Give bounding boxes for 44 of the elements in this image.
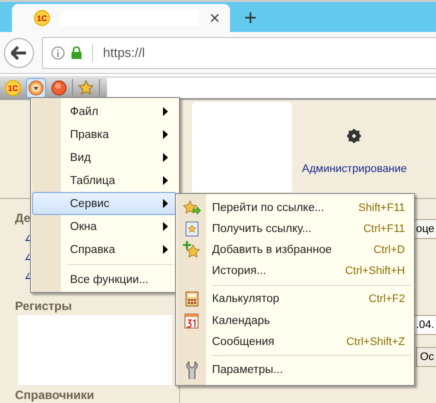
star-plus-icon <box>182 240 200 259</box>
logo-icon: 1С <box>5 80 21 96</box>
toolbar-field[interactable] <box>107 78 436 98</box>
menu-item[interactable]: Все функции... <box>32 268 177 291</box>
menu-item[interactable]: Справка <box>32 238 177 261</box>
logo-icon: 1С <box>34 10 50 26</box>
new-tab-button[interactable]: + <box>244 7 257 29</box>
close-button[interactable] <box>49 78 69 98</box>
menu-item[interactable]: Параметры... <box>177 359 414 380</box>
gear-icon <box>347 129 362 143</box>
star-page-icon <box>184 220 198 237</box>
menu-item[interactable]: Калькулятор Ctrl+F2 <box>177 288 414 310</box>
address-field[interactable]: https://l <box>42 36 436 68</box>
back-arrow-icon <box>11 46 27 60</box>
menu-item[interactable]: Правка <box>32 123 177 146</box>
menu-item[interactable]: Сервис <box>32 192 177 215</box>
menu-item[interactable]: Календарь <box>177 310 414 332</box>
main-menu-button[interactable] <box>26 78 46 98</box>
menu-item[interactable]: Добавить в избранное Ctrl+D <box>177 239 414 261</box>
menu-item[interactable]: Сообщения Ctrl+Shift+Z <box>177 331 414 352</box>
close-icon[interactable]: × <box>209 9 220 27</box>
favorites-button[interactable] <box>76 78 96 98</box>
calendar-icon <box>184 312 199 329</box>
browser-tab[interactable]: 1С × <box>12 4 230 32</box>
date-field[interactable]: .04. <box>413 315 436 335</box>
star-arrow-icon <box>182 200 200 216</box>
back-button[interactable] <box>4 38 34 68</box>
lock-icon <box>71 46 82 59</box>
menu-item[interactable]: Вид <box>32 146 177 169</box>
menu-item[interactable]: Окна <box>32 215 177 238</box>
action-button[interactable]: Ос <box>416 347 436 367</box>
wrench-icon <box>186 360 198 379</box>
menu-item[interactable]: Файл <box>32 100 177 123</box>
calculator-icon <box>184 291 198 308</box>
section-title: Регистры <box>15 299 72 313</box>
section-link[interactable]: Администрирование <box>302 163 407 175</box>
menu-item[interactable]: Получить ссылку... Ctrl+F11 <box>177 218 414 240</box>
section-title: Де <box>15 211 30 225</box>
menu-item[interactable]: Таблица <box>32 169 177 192</box>
section-title: Справочники <box>15 388 94 402</box>
menu-item[interactable]: История... Ctrl+Shift+H <box>177 260 414 282</box>
info-icon <box>51 46 65 60</box>
url-text: https://l <box>103 45 145 60</box>
menu-item[interactable]: Перейти по ссылке... Shift+F11 <box>177 197 414 218</box>
